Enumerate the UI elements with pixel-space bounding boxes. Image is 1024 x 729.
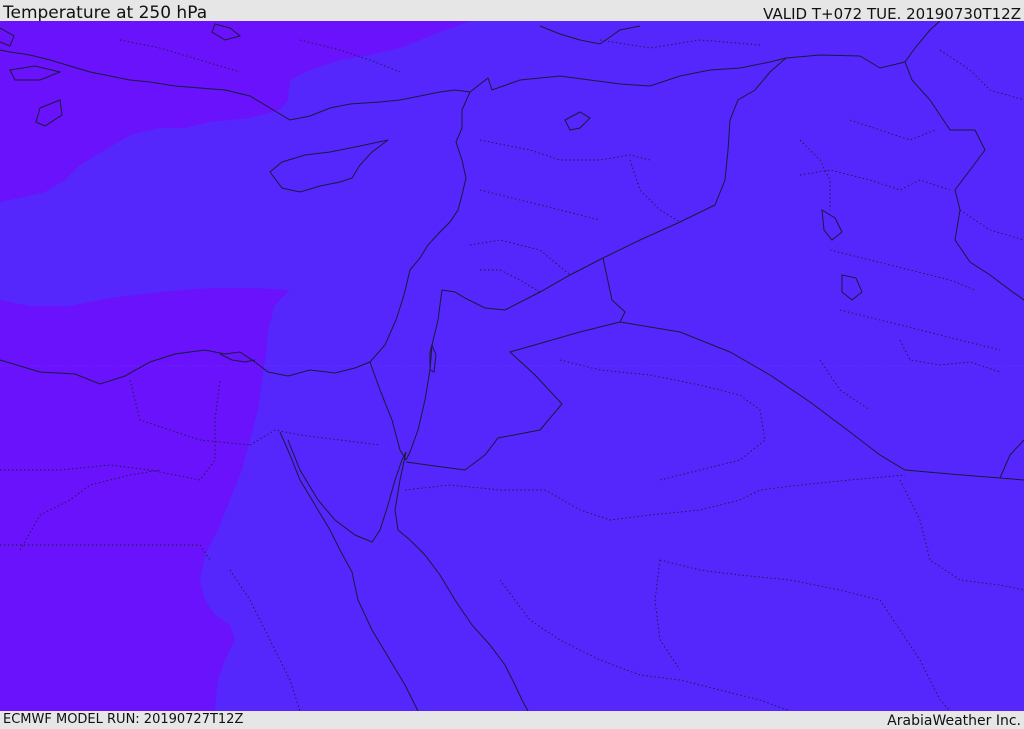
map-title: Temperature at 250 hPa bbox=[3, 3, 208, 23]
footer-bar: ECMWF MODEL RUN: 20190727T12Z ArabiaWeat… bbox=[0, 711, 1024, 729]
forecast-map-frame: Temperature at 250 hPa VALID T+072 TUE. … bbox=[0, 0, 1024, 729]
credit-label: ArabiaWeather Inc. bbox=[887, 713, 1021, 729]
title-bar: Temperature at 250 hPa VALID T+072 TUE. … bbox=[0, 0, 1024, 23]
model-run-label: ECMWF MODEL RUN: 20190727T12Z bbox=[3, 712, 244, 727]
temperature-map[interactable] bbox=[0, 21, 1024, 711]
